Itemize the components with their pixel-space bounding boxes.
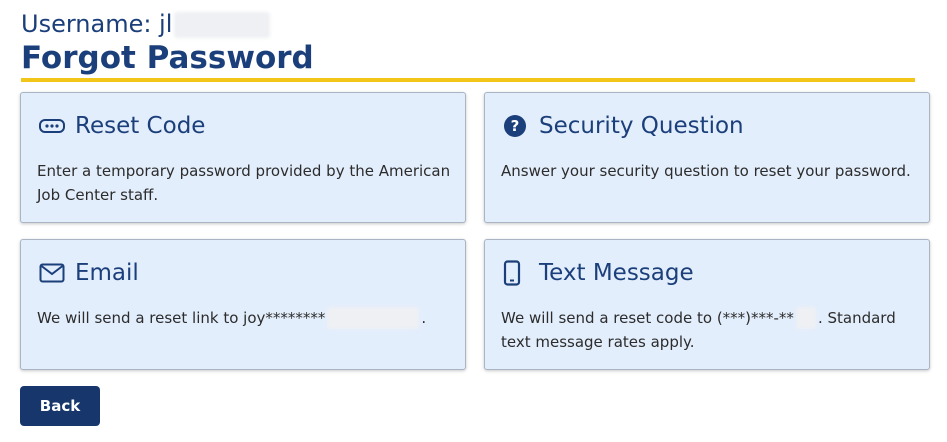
email-header: Email: [39, 256, 139, 290]
text-message-title: Text Message: [539, 260, 694, 286]
email-description-end: .: [421, 309, 427, 327]
text-message-description-text: We will send a reset code to (***)***-**: [501, 309, 794, 327]
security-question-description: Answer your security question to reset y…: [501, 162, 911, 180]
email-description-text: We will send a reset link to joy********: [37, 309, 326, 327]
page-title: Forgot Password: [21, 40, 314, 76]
text-message-description: We will send a reset code to (***)***-**…: [501, 306, 921, 354]
envelope-icon: [39, 259, 67, 287]
reset-code-description: Enter a temporary password provided by t…: [37, 162, 451, 204]
title-underline: [21, 78, 915, 82]
username-line: Username: jl: [21, 9, 271, 39]
text-message-option[interactable]: Text Message We will send a reset code t…: [484, 239, 930, 370]
username-label: Username: jl: [21, 10, 173, 38]
back-button[interactable]: Back: [20, 386, 100, 426]
mobile-phone-icon: [503, 259, 531, 287]
reset-code-header: Reset Code: [39, 109, 205, 143]
password-dots-icon: [39, 112, 67, 140]
email-description: We will send a reset link to joy********…: [37, 306, 457, 330]
svg-text:?: ?: [511, 117, 520, 135]
security-question-title: Security Question: [539, 113, 744, 139]
redacted-email: [327, 306, 420, 329]
question-circle-icon: ?: [503, 112, 531, 140]
security-question-header: ? Security Question: [503, 109, 744, 143]
forgot-password-page: Username: jl Forgot Password Reset Code …: [0, 0, 947, 442]
reset-code-title: Reset Code: [75, 113, 206, 139]
redacted-phone: [795, 306, 816, 329]
redacted-username: [174, 12, 271, 38]
email-option[interactable]: Email We will send a reset link to joy**…: [20, 239, 466, 370]
email-title: Email: [75, 260, 139, 286]
security-question-option[interactable]: ? Security Question Answer your security…: [484, 92, 930, 223]
reset-code-option[interactable]: Reset Code Enter a temporary password pr…: [20, 92, 466, 223]
text-message-header: Text Message: [503, 256, 694, 290]
